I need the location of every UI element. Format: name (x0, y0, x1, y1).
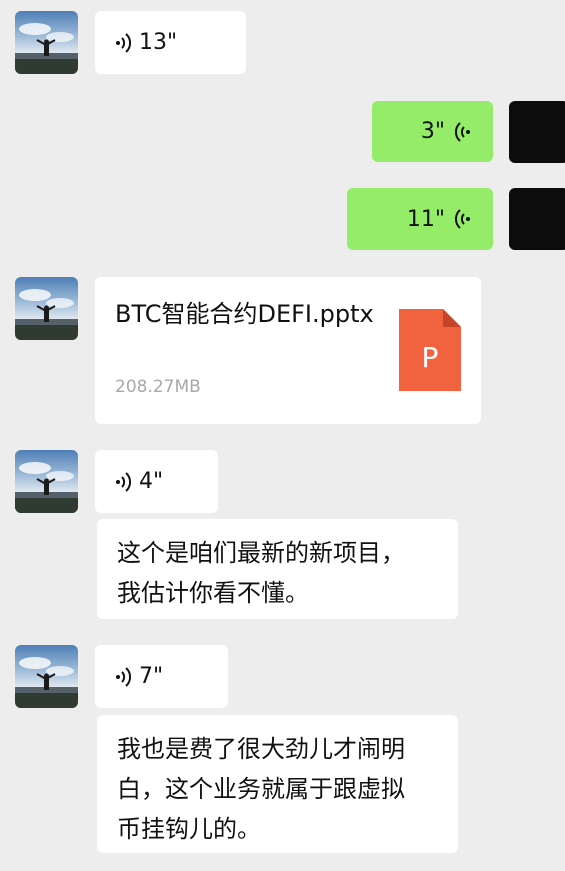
file-message-bubble[interactable]: BTC智能合约DEFI.pptx 208.27MB P (95, 277, 481, 424)
voice-wave-icon (115, 471, 133, 493)
voice-duration: 4" (139, 469, 164, 494)
voice-wave-icon (115, 666, 133, 688)
voice-wave-icon (115, 32, 133, 54)
text-message-bubble[interactable]: 我也是费了很大劲儿才闹明 白，这个业务就属于跟虚拟 币挂钩儿的。 (97, 715, 458, 853)
avatar-image (15, 11, 78, 74)
voice-duration: 13" (139, 30, 178, 55)
voice-message-bubble[interactable]: 7" (95, 645, 228, 708)
text-message-bubble[interactable]: 这个是咱们最新的新项目， 我估计你看不懂。 (97, 519, 458, 619)
self-avatar[interactable] (509, 101, 565, 163)
voice-wave-icon (453, 121, 471, 143)
powerpoint-file-icon: P (399, 309, 461, 391)
file-icon-letter: P (422, 341, 439, 374)
avatar-image (15, 450, 78, 513)
voice-duration: 7" (139, 664, 164, 689)
voice-duration: 11" (406, 206, 445, 232)
contact-avatar[interactable] (15, 11, 78, 74)
voice-message-bubble[interactable]: 4" (95, 450, 218, 513)
voice-wave-icon (453, 208, 471, 230)
file-size: 208.27MB (115, 377, 201, 397)
avatar-image (15, 645, 78, 708)
contact-avatar[interactable] (15, 645, 78, 708)
file-name: BTC智能合约DEFI.pptx (115, 300, 374, 328)
contact-avatar[interactable] (15, 450, 78, 513)
voice-message-bubble-outgoing[interactable]: 11" (347, 188, 493, 250)
avatar-image (15, 277, 78, 340)
voice-message-bubble[interactable]: 13" (95, 11, 246, 74)
self-avatar[interactable] (509, 188, 565, 250)
voice-message-bubble-outgoing[interactable]: 3" (372, 101, 493, 162)
contact-avatar[interactable] (15, 277, 78, 340)
voice-duration: 3" (420, 119, 445, 144)
